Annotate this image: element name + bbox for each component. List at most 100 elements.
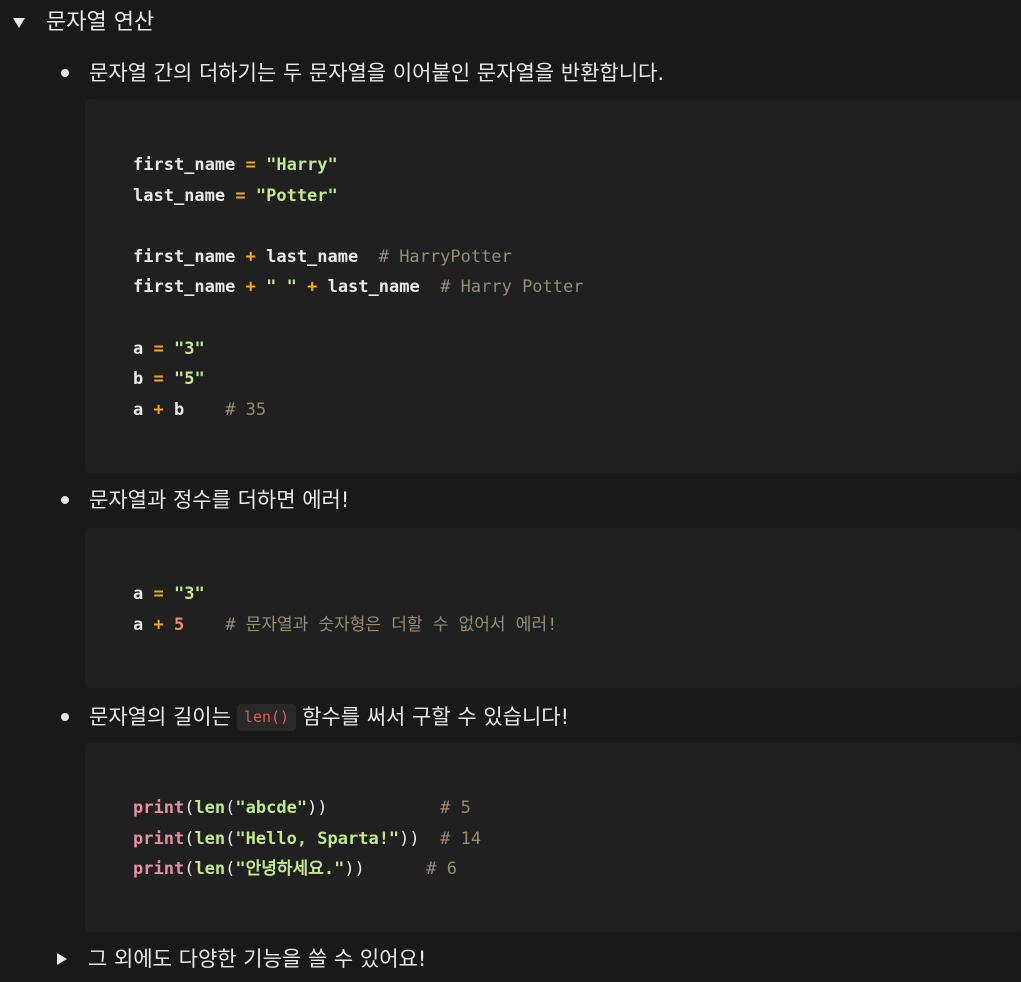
code-punctuation: (	[225, 798, 236, 818]
code-comment: # HarryPotter	[378, 246, 512, 267]
code-line: first_name = "Harry"	[133, 150, 583, 181]
code-string: "3"	[174, 338, 205, 359]
code-function: print	[133, 859, 185, 880]
code-operator: =	[153, 338, 164, 359]
code-string: "Hello, Sparta!"	[235, 828, 400, 849]
code-identifier: b	[174, 399, 185, 420]
bullet-icon	[61, 713, 69, 721]
code-comment: # 6	[426, 859, 457, 880]
code-line: b = "5"	[133, 364, 583, 395]
code-punctuation: ))	[344, 859, 365, 880]
code-comment: # 문자열과 숫자형은 더할 수 없어서 에러!	[225, 614, 558, 635]
list-item-text: 문자열 간의 더하기는 두 문자열을 이어붙인 문자열을 반환합니다.	[89, 60, 665, 85]
code-line: a + b # 35	[133, 395, 583, 426]
code-line: a = "3"	[133, 579, 557, 610]
toggle-more-features[interactable]: 그 외에도 다양한 기능을 쓸 수 있어요!	[53, 946, 426, 972]
toggle-string-operations[interactable]: 문자열 연산	[10, 10, 154, 36]
code-line: ​	[133, 211, 583, 242]
code-string: "3"	[174, 584, 205, 604]
list-item: 문자열 간의 더하기는 두 문자열을 이어붙인 문자열을 반환합니다.	[58, 61, 664, 85]
code-content: first_name = "Harry" last_name = "Potter"…	[133, 150, 583, 425]
code-line: first_name + last_name # HarryPotter	[133, 242, 583, 273]
code-builtin: len	[194, 859, 226, 880]
code-punctuation: (	[184, 798, 195, 818]
code-operator: +	[245, 277, 256, 298]
toggle-title: 그 외에도 다양한 기능을 쓸 수 있어요!	[88, 946, 427, 971]
code-string: "5"	[174, 369, 205, 390]
code-content: a = "3" a + 5 # 문자열과 숫자형은 더할 수 없어서 에러!	[133, 579, 557, 640]
code-builtin: len	[194, 828, 226, 849]
code-operator: +	[245, 246, 256, 267]
inline-code: len()	[236, 703, 297, 731]
list-item-text-before: 문자열의 길이는	[89, 704, 231, 729]
code-identifier: last_name	[327, 277, 420, 298]
code-identifier: last_name	[133, 185, 226, 206]
code-operator: =	[235, 185, 246, 206]
code-identifier: first_name	[133, 155, 236, 175]
list-item: 문자열과 정수를 더하면 에러!	[58, 488, 349, 512]
code-identifier: a	[133, 614, 144, 635]
code-identifier: a	[133, 399, 144, 420]
code-content: print(len("abcde")) # 5 print(len("Hello,…	[133, 793, 481, 885]
code-line: print(len("abcde")) # 5	[133, 793, 481, 824]
code-identifier: first_name	[133, 246, 236, 267]
code-comment: # Harry Potter	[440, 277, 584, 298]
code-operator: +	[153, 614, 164, 635]
code-line: first_name + " " + last_name # Harry Pot…	[133, 272, 583, 303]
triangle-right-icon[interactable]	[53, 950, 71, 968]
code-string: "abcde"	[235, 798, 308, 818]
code-function: print	[133, 828, 185, 849]
code-line: a = "3"	[133, 334, 583, 365]
code-operator: =	[245, 155, 256, 175]
code-punctuation: (	[225, 859, 236, 880]
code-identifier: a	[133, 584, 144, 604]
code-number: 5	[174, 614, 185, 635]
code-identifier: first_name	[133, 277, 236, 298]
bullet-icon	[61, 496, 69, 504]
code-punctuation: (	[184, 859, 195, 880]
code-punctuation: (	[184, 828, 195, 849]
code-identifier: last_name	[266, 246, 359, 267]
code-punctuation: ))	[307, 798, 328, 818]
triangle-down-icon[interactable]	[10, 14, 28, 32]
code-line: print(len("Hello, Sparta!")) # 14	[133, 824, 481, 855]
code-operator: =	[153, 369, 164, 390]
code-block[interactable]: print(len("abcde")) # 5 print(len("Hello,…	[85, 743, 1021, 932]
bullet-icon	[61, 69, 69, 77]
list-item-text-after: 함수를 써서 구할 수 있습니다!	[302, 704, 570, 729]
code-block[interactable]: a = "3" a + 5 # 문자열과 숫자형은 더할 수 없어서 에러!	[85, 528, 1021, 688]
code-block[interactable]: first_name = "Harry" last_name = "Potter"…	[85, 99, 1021, 473]
code-line: ​	[133, 303, 583, 334]
code-string: "Potter"	[255, 185, 338, 206]
code-operator: +	[307, 277, 318, 298]
code-line: last_name = "Potter"	[133, 181, 583, 212]
code-line: print(len("안녕하세요.")) # 6	[133, 854, 481, 885]
list-item-text: 문자열과 정수를 더하면 에러!	[89, 487, 350, 512]
code-comment: # 35	[225, 399, 267, 420]
code-string: "안녕하세요."	[235, 859, 345, 880]
list-item: 문자열의 길이는 len() 함수를 써서 구할 수 있습니다!	[58, 702, 569, 732]
